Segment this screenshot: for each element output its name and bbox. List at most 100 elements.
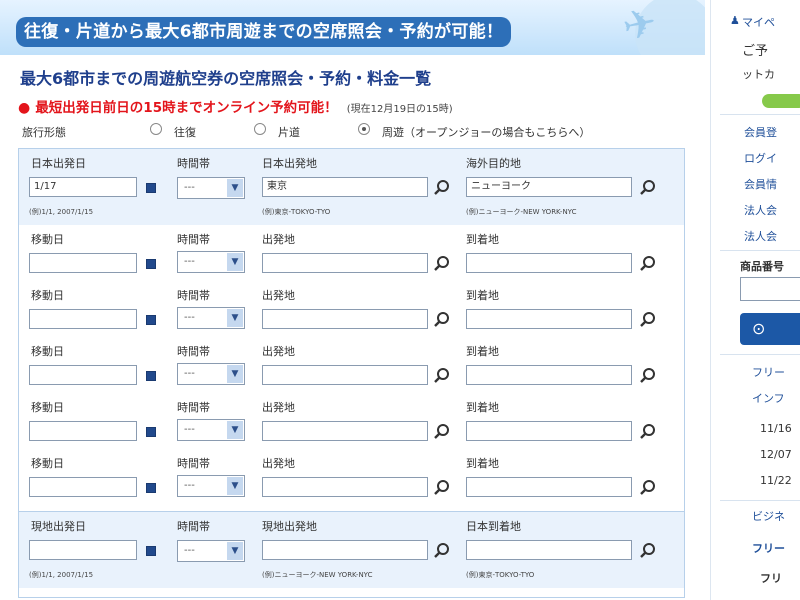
time-label: 時間帯 [177, 401, 210, 414]
to-label: 到着地 [466, 233, 499, 246]
mypage-link[interactable]: マイペ [742, 14, 775, 30]
radio-one-way-label[interactable]: 片道 [278, 124, 300, 140]
sidebar-link[interactable]: 法人会 [744, 202, 777, 218]
to-label: 海外目的地 [466, 157, 521, 170]
itinerary-form: 日本出発日 時間帯 日本出発地 海外目的地 1/17 --- ▼ 東京 ニューヨ… [18, 148, 685, 598]
destination-city-input[interactable]: ニューヨーク [466, 177, 632, 197]
date-label: 現地出発日 [31, 520, 86, 533]
time-label: 時間帯 [177, 345, 210, 358]
to-city-input[interactable] [466, 421, 632, 441]
calendar-icon[interactable] [146, 315, 156, 325]
departure-city-input[interactable]: 東京 [262, 177, 428, 197]
radio-multi-city-label[interactable]: 周遊（オープンジョーの場合もこちらへ） [382, 124, 590, 140]
time-select[interactable]: --- ▼ [177, 251, 245, 273]
time-label: 時間帯 [177, 233, 210, 246]
return-to-city-input[interactable] [466, 540, 632, 560]
search-icon[interactable] [639, 255, 657, 273]
search-icon[interactable] [433, 542, 451, 560]
from-city-input[interactable] [262, 253, 428, 273]
info-heading: インフ [752, 392, 785, 405]
calendar-icon[interactable] [146, 371, 156, 381]
time-select[interactable]: --- ▼ [177, 363, 245, 385]
to-city-input[interactable] [466, 253, 632, 273]
time-select-value: --- [184, 480, 195, 491]
search-icon[interactable] [639, 479, 657, 497]
card-text: ットカ [742, 68, 775, 81]
to-city-input[interactable] [466, 309, 632, 329]
chevron-down-icon: ▼ [227, 253, 243, 271]
search-icon[interactable] [433, 179, 451, 197]
radio-one-way[interactable] [254, 123, 266, 135]
search-icon[interactable] [639, 367, 657, 385]
to-hint: (例)ニューヨーク-NEW YORK-NYC [466, 208, 577, 216]
departure-date-input[interactable]: 1/17 [29, 177, 137, 197]
date-hint: (例)1/1, 2007/1/15 [29, 571, 94, 579]
move-date-input[interactable] [29, 365, 137, 385]
product-search-button[interactable]: ⊙ [740, 313, 800, 345]
date-label: 日本出発日 [31, 157, 86, 170]
to-city-input[interactable] [466, 365, 632, 385]
from-city-input[interactable] [262, 365, 428, 385]
search-icon[interactable] [639, 311, 657, 329]
calendar-icon[interactable] [146, 427, 156, 437]
from-city-input[interactable] [262, 309, 428, 329]
move-date-input[interactable] [29, 477, 137, 497]
search-icon[interactable] [639, 179, 657, 197]
search-icon[interactable] [639, 542, 657, 560]
radio-multi-city[interactable] [358, 123, 370, 135]
time-label: 時間帯 [177, 457, 210, 470]
time-select[interactable]: --- ▼ [177, 419, 245, 441]
time-label: 時間帯 [177, 520, 210, 533]
sidebar-link[interactable]: 会員登 [744, 124, 777, 140]
radio-round-trip-label[interactable]: 往復 [174, 124, 196, 140]
calendar-icon[interactable] [146, 483, 156, 493]
from-city-input[interactable] [262, 421, 428, 441]
search-icon[interactable] [433, 255, 451, 273]
time-label: 時間帯 [177, 157, 210, 170]
calendar-icon[interactable] [146, 259, 156, 269]
time-select-value: --- [184, 545, 195, 556]
from-city-input[interactable] [262, 477, 428, 497]
from-label: 現地出発地 [262, 520, 317, 533]
to-label: 日本到着地 [466, 520, 521, 533]
free-link[interactable]: フリー [752, 364, 785, 380]
radio-round-trip[interactable] [150, 123, 162, 135]
return-from-city-input[interactable] [262, 540, 428, 560]
search-icon[interactable] [433, 311, 451, 329]
chevron-down-icon: ▼ [227, 179, 243, 197]
product-number-input[interactable] [740, 277, 800, 301]
time-select[interactable]: --- ▼ [177, 475, 245, 497]
business-link[interactable]: ビジネ [752, 508, 785, 524]
calendar-icon[interactable] [146, 546, 156, 556]
date-label: 移動日 [31, 457, 64, 470]
segment-row: 移動日 時間帯 出発地 到着地 --- ▼ [19, 225, 684, 281]
login-button[interactable] [762, 94, 800, 108]
from-label: 出発地 [262, 345, 295, 358]
search-icon[interactable] [433, 479, 451, 497]
date-label: 移動日 [31, 345, 64, 358]
to-label: 到着地 [466, 457, 499, 470]
time-select-value: --- [184, 256, 195, 267]
time-select-value: --- [184, 424, 195, 435]
time-select[interactable]: --- ▼ [177, 177, 245, 199]
from-label: 出発地 [262, 401, 295, 414]
info-date: 12/07 [760, 448, 792, 461]
sidebar-link[interactable]: ログイ [744, 150, 777, 166]
return-date-input[interactable] [29, 540, 137, 560]
to-city-input[interactable] [466, 477, 632, 497]
time-select[interactable]: --- ▼ [177, 540, 245, 562]
move-date-input[interactable] [29, 421, 137, 441]
move-date-input[interactable] [29, 309, 137, 329]
date-label: 移動日 [31, 233, 64, 246]
free-section-item[interactable]: フリ [760, 570, 782, 586]
search-icon[interactable] [639, 423, 657, 441]
sidebar-link[interactable]: 会員情 [744, 176, 777, 192]
search-icon[interactable] [433, 423, 451, 441]
time-select[interactable]: --- ▼ [177, 307, 245, 329]
sidebar-link[interactable]: 法人会 [744, 228, 777, 244]
greeting-text: ご予 [742, 44, 769, 59]
chevron-down-icon: ▼ [227, 309, 243, 327]
move-date-input[interactable] [29, 253, 137, 273]
calendar-icon[interactable] [146, 183, 156, 193]
search-icon[interactable] [433, 367, 451, 385]
